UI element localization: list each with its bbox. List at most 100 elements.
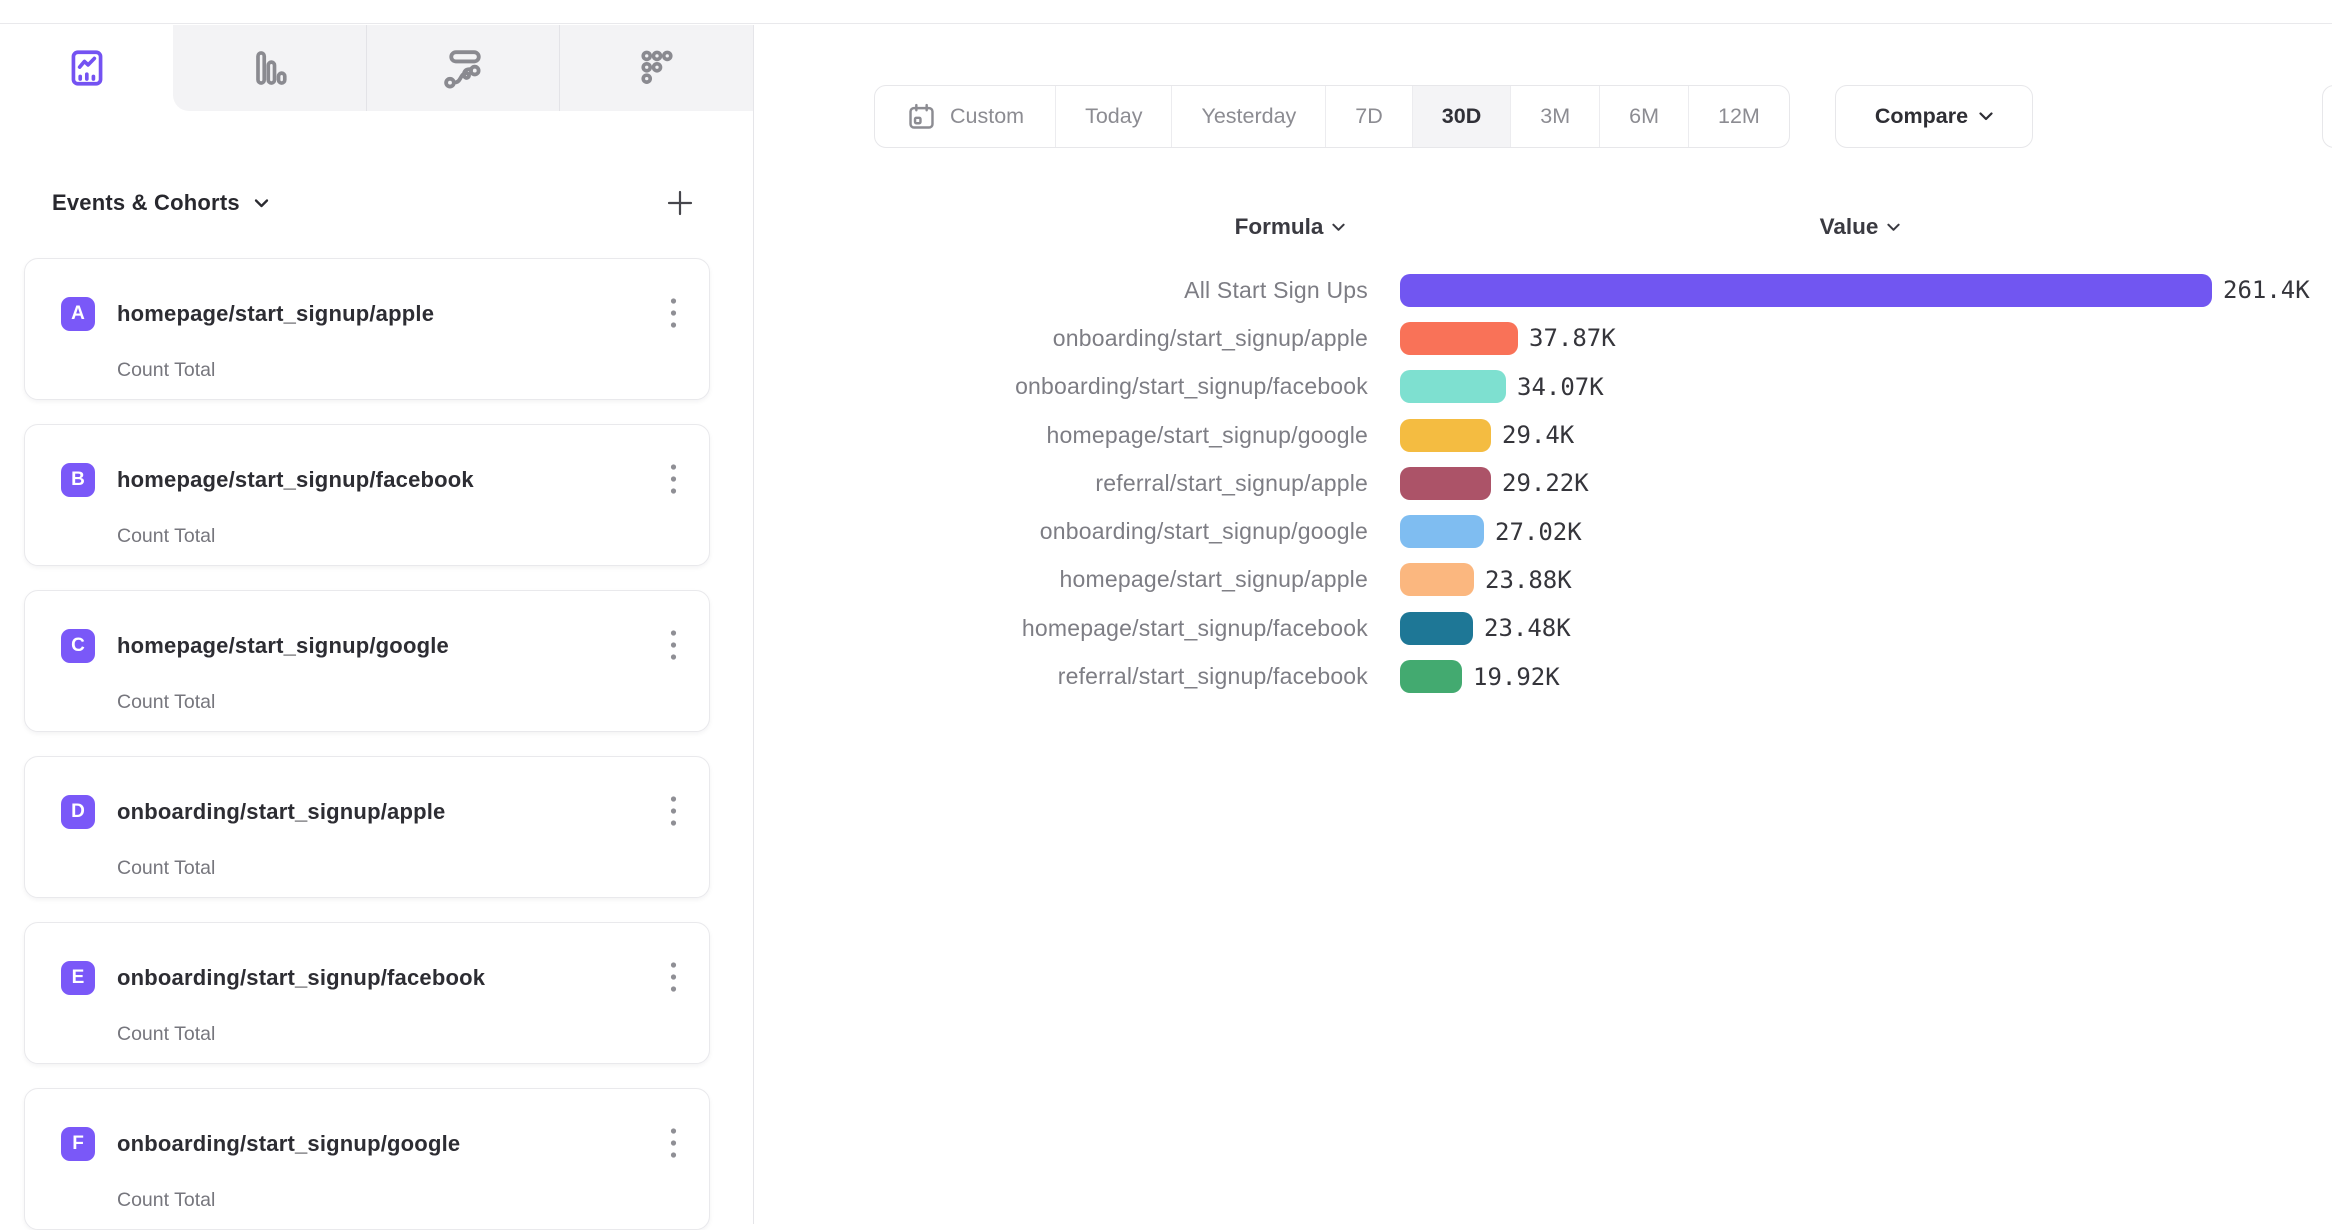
date-range-label: 7D: [1355, 104, 1382, 129]
inactive-tabs-strip: [173, 25, 753, 111]
date-range-30d[interactable]: 30D: [1412, 86, 1510, 147]
chart-row-value: 37.87K: [1529, 324, 1616, 352]
date-range-label: 12M: [1718, 104, 1760, 129]
event-metric[interactable]: Count Total: [117, 359, 215, 382]
compare-label: Compare: [1875, 104, 1968, 129]
event-letter-badge: A: [61, 297, 95, 331]
event-letter-badge: E: [61, 961, 95, 995]
chart-bar[interactable]: [1400, 419, 1491, 452]
chart-bar[interactable]: [1400, 660, 1462, 693]
event-card-list: A homepage/start_signup/apple Count Tota…: [24, 258, 710, 1230]
kebab-menu-icon[interactable]: [659, 793, 687, 829]
flows-icon: [441, 46, 485, 90]
chart-row-label: onboarding/start_signup/google: [900, 518, 1368, 545]
chart-row: All Start Sign Ups 261.4K: [900, 266, 2330, 314]
date-range-yesterday[interactable]: Yesterday: [1171, 86, 1325, 147]
chart-row-label: All Start Sign Ups: [900, 277, 1368, 304]
event-name: homepage/start_signup/apple: [117, 301, 434, 327]
chart-bar[interactable]: [1400, 370, 1506, 403]
tab-retention[interactable]: [559, 25, 753, 111]
chart-bar[interactable]: [1400, 563, 1474, 596]
chart-row-value: 23.48K: [1484, 614, 1571, 642]
date-range-7d[interactable]: 7D: [1325, 86, 1411, 147]
chart-bar[interactable]: [1400, 612, 1473, 645]
chart-bar[interactable]: [1400, 274, 2212, 307]
tab-insights[interactable]: [0, 25, 173, 111]
chart-bar[interactable]: [1400, 515, 1484, 548]
calendar-icon: [906, 101, 937, 132]
date-range-selector: CustomToday Yesterday 7D 30D 3M 6M 12M: [874, 85, 1790, 148]
event-metric[interactable]: Count Total: [117, 1189, 215, 1212]
date-range-label: 6M: [1629, 104, 1659, 129]
event-letter-badge: D: [61, 795, 95, 829]
event-metric[interactable]: Count Total: [117, 1023, 215, 1046]
event-metric[interactable]: Count Total: [117, 525, 215, 548]
chart-row-label: referral/start_signup/apple: [900, 470, 1368, 497]
events-cohorts-title: Events & Cohorts: [52, 190, 240, 216]
chart-row: onboarding/start_signup/facebook 34.07K: [900, 363, 2330, 411]
kebab-menu-icon[interactable]: [659, 959, 687, 995]
kebab-menu-icon[interactable]: [659, 461, 687, 497]
event-card[interactable]: D onboarding/start_signup/apple Count To…: [24, 756, 710, 898]
chart-row: homepage/start_signup/apple 23.88K: [900, 556, 2330, 604]
chart-row: homepage/start_signup/google 29.4K: [900, 411, 2330, 459]
event-metric[interactable]: Count Total: [117, 857, 215, 880]
date-range-3m[interactable]: 3M: [1510, 86, 1599, 147]
bar-chart: All Start Sign Ups 261.4K onboarding/sta…: [900, 266, 2330, 701]
date-range-6m[interactable]: 6M: [1599, 86, 1688, 147]
chevron-down-icon: [1332, 223, 1345, 232]
date-range-label: Yesterday: [1201, 104, 1296, 129]
events-cohorts-dropdown[interactable]: Events & Cohorts: [52, 190, 269, 216]
formula-header-dropdown[interactable]: Formula: [1205, 214, 1375, 240]
tab-flows[interactable]: [366, 25, 560, 111]
chart-row-value: 29.4K: [1502, 421, 1574, 449]
chart-row: referral/start_signup/facebook 19.92K: [900, 652, 2330, 700]
kebab-menu-icon[interactable]: [659, 295, 687, 331]
event-name: homepage/start_signup/facebook: [117, 467, 474, 493]
plus-icon: [665, 188, 695, 218]
chart-row-label: homepage/start_signup/facebook: [900, 615, 1368, 642]
event-letter-badge: C: [61, 629, 95, 663]
chart-row-label: referral/start_signup/facebook: [900, 663, 1368, 690]
date-range-label: 3M: [1540, 104, 1570, 129]
chart-row-value: 19.92K: [1473, 663, 1560, 691]
chevron-down-icon: [1887, 223, 1900, 232]
event-name: onboarding/start_signup/apple: [117, 799, 446, 825]
chart-row: onboarding/start_signup/google 27.02K: [900, 507, 2330, 555]
chart-row-label: onboarding/start_signup/apple: [900, 325, 1368, 352]
chart-row-label: homepage/start_signup/apple: [900, 566, 1368, 593]
chart-row-value: 27.02K: [1495, 518, 1582, 546]
kebab-menu-icon[interactable]: [659, 1125, 687, 1161]
date-range-label: 30D: [1442, 104, 1481, 129]
add-event-button[interactable]: [663, 186, 697, 220]
event-card[interactable]: C homepage/start_signup/google Count Tot…: [24, 590, 710, 732]
chart-row-value: 261.4K: [2223, 276, 2310, 304]
report-type-tabs: [0, 25, 753, 111]
chart-bar[interactable]: [1400, 467, 1491, 500]
compare-button[interactable]: Compare: [1835, 85, 2033, 148]
formula-header-label: Formula: [1235, 214, 1324, 240]
event-metric[interactable]: Count Total: [117, 691, 215, 714]
value-header-label: Value: [1820, 214, 1879, 240]
kebab-menu-icon[interactable]: [659, 627, 687, 663]
bar-chart-icon: [247, 46, 291, 90]
event-card[interactable]: B homepage/start_signup/facebook Count T…: [24, 424, 710, 566]
event-card[interactable]: A homepage/start_signup/apple Count Tota…: [24, 258, 710, 400]
chart-row: homepage/start_signup/facebook 23.48K: [900, 604, 2330, 652]
chart-row-value: 23.88K: [1485, 566, 1572, 594]
chevron-down-icon: [254, 198, 269, 208]
date-range-12m[interactable]: 12M: [1688, 86, 1789, 147]
chart-bar[interactable]: [1400, 322, 1518, 355]
tab-funnels[interactable]: [173, 25, 366, 111]
dots-grid-icon: [635, 46, 679, 90]
clipped-edge-button[interactable]: [2322, 85, 2332, 148]
date-range-today[interactable]: Today: [1055, 86, 1171, 147]
event-letter-badge: F: [61, 1127, 95, 1161]
top-bar: [0, 0, 2332, 24]
event-card[interactable]: F onboarding/start_signup/google Count T…: [24, 1088, 710, 1230]
value-header-dropdown[interactable]: Value: [1780, 214, 1940, 240]
event-card[interactable]: E onboarding/start_signup/facebook Count…: [24, 922, 710, 1064]
date-range-custom[interactable]: Custom: [875, 86, 1055, 147]
event-name: onboarding/start_signup/facebook: [117, 965, 485, 991]
event-name: onboarding/start_signup/google: [117, 1131, 460, 1157]
